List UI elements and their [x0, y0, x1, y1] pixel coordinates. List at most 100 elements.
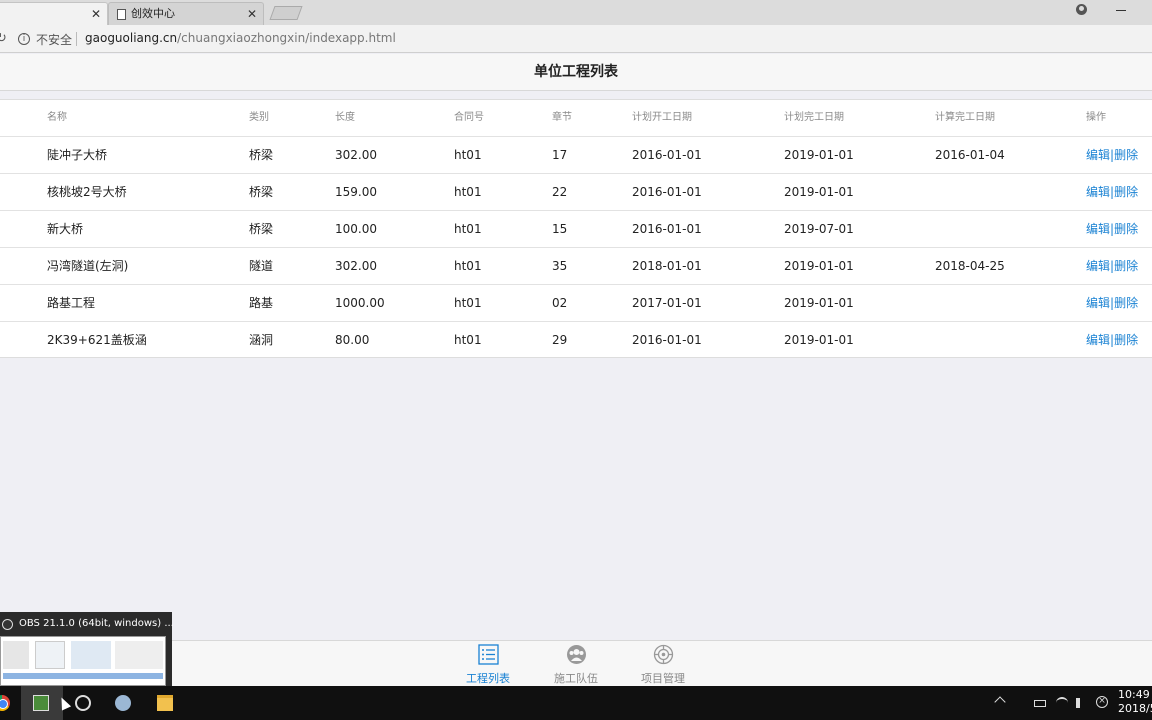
- cell-plan-start: 2016-01-01: [632, 185, 702, 199]
- cell-contract: ht01: [454, 259, 482, 273]
- bottom-tab-bar: 工程列表 施工队伍 项目管理: [0, 640, 1152, 686]
- cell-length: 159.00: [335, 185, 377, 199]
- edit-link[interactable]: 编辑: [1086, 185, 1110, 199]
- cell-contract: ht01: [454, 333, 482, 347]
- cell-length: 100.00: [335, 222, 377, 236]
- app-icon[interactable]: [33, 695, 49, 711]
- edit-link[interactable]: 编辑: [1086, 333, 1110, 347]
- info-icon[interactable]: i: [18, 33, 30, 45]
- cell-type: 路基: [249, 296, 274, 310]
- team-icon: [567, 645, 586, 664]
- obs-taskbar-preview[interactable]: OBS 21.1.0 (64bit, windows) ...: [0, 612, 174, 686]
- delete-link[interactable]: 删除: [1114, 222, 1138, 236]
- cell-plan-start: 2017-01-01: [632, 296, 702, 310]
- cell-type: 桥梁: [249, 185, 274, 199]
- browser-tab-strip: 心 ✕ 创效中心 ✕: [0, 0, 1152, 25]
- paint-icon[interactable]: [115, 695, 131, 711]
- close-icon[interactable]: ✕: [247, 3, 257, 25]
- cell-actions: 编辑|删除: [1086, 137, 1138, 173]
- new-tab-button[interactable]: [269, 6, 303, 20]
- table-row: 路基工程 路基 1000.00 ht01 02 2017-01-01 2019-…: [0, 285, 1152, 322]
- cell-plan-end: 2019-01-01: [784, 185, 854, 199]
- cell-plan-start: 2016-01-01: [632, 333, 702, 347]
- tab-label: 项目管理: [641, 672, 685, 685]
- delete-link[interactable]: 删除: [1114, 148, 1138, 162]
- windows-taskbar: × 10:49 2018/5: [0, 686, 1152, 720]
- cell-actions: 编辑|删除: [1086, 211, 1138, 247]
- table-row: 陡冲子大桥 桥梁 302.00 ht01 17 2016-01-01 2019-…: [0, 137, 1152, 174]
- cell-length: 80.00: [335, 333, 370, 347]
- tab-title: 创效中心: [131, 7, 175, 20]
- column-header-type: 类别: [249, 112, 269, 123]
- tab-project-list[interactable]: 工程列表: [458, 641, 518, 687]
- reload-icon[interactable]: ↻: [0, 31, 7, 46]
- table-header-row: 名称 类别 长度 合同号 章节 计划开工日期 计划完工日期 计算完工日期 操作: [0, 100, 1152, 137]
- chevron-up-icon[interactable]: [994, 696, 1006, 708]
- cell-name: 2K39+621盖板涵: [47, 333, 147, 347]
- battery-icon[interactable]: [1034, 700, 1046, 707]
- notification-icon[interactable]: ×: [1096, 696, 1108, 708]
- cell-actions: 编辑|删除: [1086, 174, 1138, 210]
- cell-plan-end: 2019-01-01: [784, 148, 854, 162]
- folder-icon[interactable]: [157, 695, 173, 711]
- url-path: /chuangxiaozhongxin/indexapp.html: [177, 31, 396, 45]
- obs-icon[interactable]: [75, 695, 91, 711]
- cell-name: 核桃坡2号大桥: [47, 185, 127, 199]
- clock-time: 10:49: [1118, 688, 1150, 701]
- table-row: 新大桥 桥梁 100.00 ht01 15 2016-01-01 2019-07…: [0, 211, 1152, 248]
- column-header-plan-end: 计划完工日期: [784, 112, 844, 123]
- not-secure-label[interactable]: 不安全: [36, 31, 72, 48]
- cell-chapter: 17: [552, 148, 568, 162]
- tab-construction-team[interactable]: 施工队伍: [546, 641, 606, 687]
- column-header-chapter: 章节: [552, 112, 572, 123]
- cell-plan-end: 2019-01-01: [784, 333, 854, 347]
- network-icon[interactable]: [1056, 697, 1068, 709]
- obs-window-title: OBS 21.1.0 (64bit, windows) ...: [19, 618, 174, 629]
- cell-type: 桥梁: [249, 222, 274, 236]
- cell-plan-start: 2018-01-01: [632, 259, 702, 273]
- clock-date: 2018/5: [1118, 702, 1152, 715]
- column-header-plan-start: 计划开工日期: [632, 112, 692, 123]
- profile-icon[interactable]: [1076, 4, 1087, 15]
- cell-plan-end: 2019-01-01: [784, 259, 854, 273]
- edit-link[interactable]: 编辑: [1086, 296, 1110, 310]
- cell-calc-end: 2018-04-25: [935, 259, 1005, 273]
- divider: [76, 32, 77, 46]
- list-icon: [478, 644, 499, 665]
- cell-length: 302.00: [335, 148, 377, 162]
- delete-link[interactable]: 删除: [1114, 296, 1138, 310]
- cell-length: 302.00: [335, 259, 377, 273]
- cell-type: 隧道: [249, 259, 274, 273]
- chrome-icon[interactable]: [0, 695, 10, 711]
- cell-actions: 编辑|删除: [1086, 285, 1138, 321]
- cell-type: 桥梁: [249, 148, 274, 162]
- volume-icon[interactable]: [1076, 698, 1086, 708]
- tab-label: 施工队伍: [554, 672, 598, 685]
- column-header-actions: 操作: [1086, 112, 1106, 123]
- delete-link[interactable]: 删除: [1114, 333, 1138, 347]
- delete-link[interactable]: 删除: [1114, 259, 1138, 273]
- delete-link[interactable]: 删除: [1114, 185, 1138, 199]
- close-icon[interactable]: ✕: [91, 3, 101, 25]
- column-header-length: 长度: [335, 112, 355, 123]
- minimize-icon[interactable]: [1116, 10, 1126, 11]
- cell-contract: ht01: [454, 296, 482, 310]
- edit-link[interactable]: 编辑: [1086, 148, 1110, 162]
- cell-name: 路基工程: [47, 296, 96, 310]
- tab-project-management[interactable]: 项目管理: [633, 641, 693, 687]
- edit-link[interactable]: 编辑: [1086, 222, 1110, 236]
- cell-chapter: 35: [552, 259, 568, 273]
- edit-link[interactable]: 编辑: [1086, 259, 1110, 273]
- url-field[interactable]: gaoguoliang.cn/chuangxiaozhongxin/indexa…: [85, 31, 396, 45]
- browser-tab-chuangxiao[interactable]: 创效中心 ✕: [108, 2, 264, 25]
- cell-chapter: 15: [552, 222, 568, 236]
- cell-plan-start: 2016-01-01: [632, 222, 702, 236]
- cell-plan-start: 2016-01-01: [632, 148, 702, 162]
- cell-actions: 编辑|删除: [1086, 248, 1138, 284]
- url-host: gaoguoliang.cn: [85, 31, 178, 45]
- system-clock[interactable]: 10:49 2018/5: [1118, 688, 1152, 716]
- page-title: 单位工程列表: [534, 64, 618, 80]
- cell-contract: ht01: [454, 148, 482, 162]
- browser-tab-active[interactable]: 心 ✕: [0, 2, 108, 25]
- cell-contract: ht01: [454, 222, 482, 236]
